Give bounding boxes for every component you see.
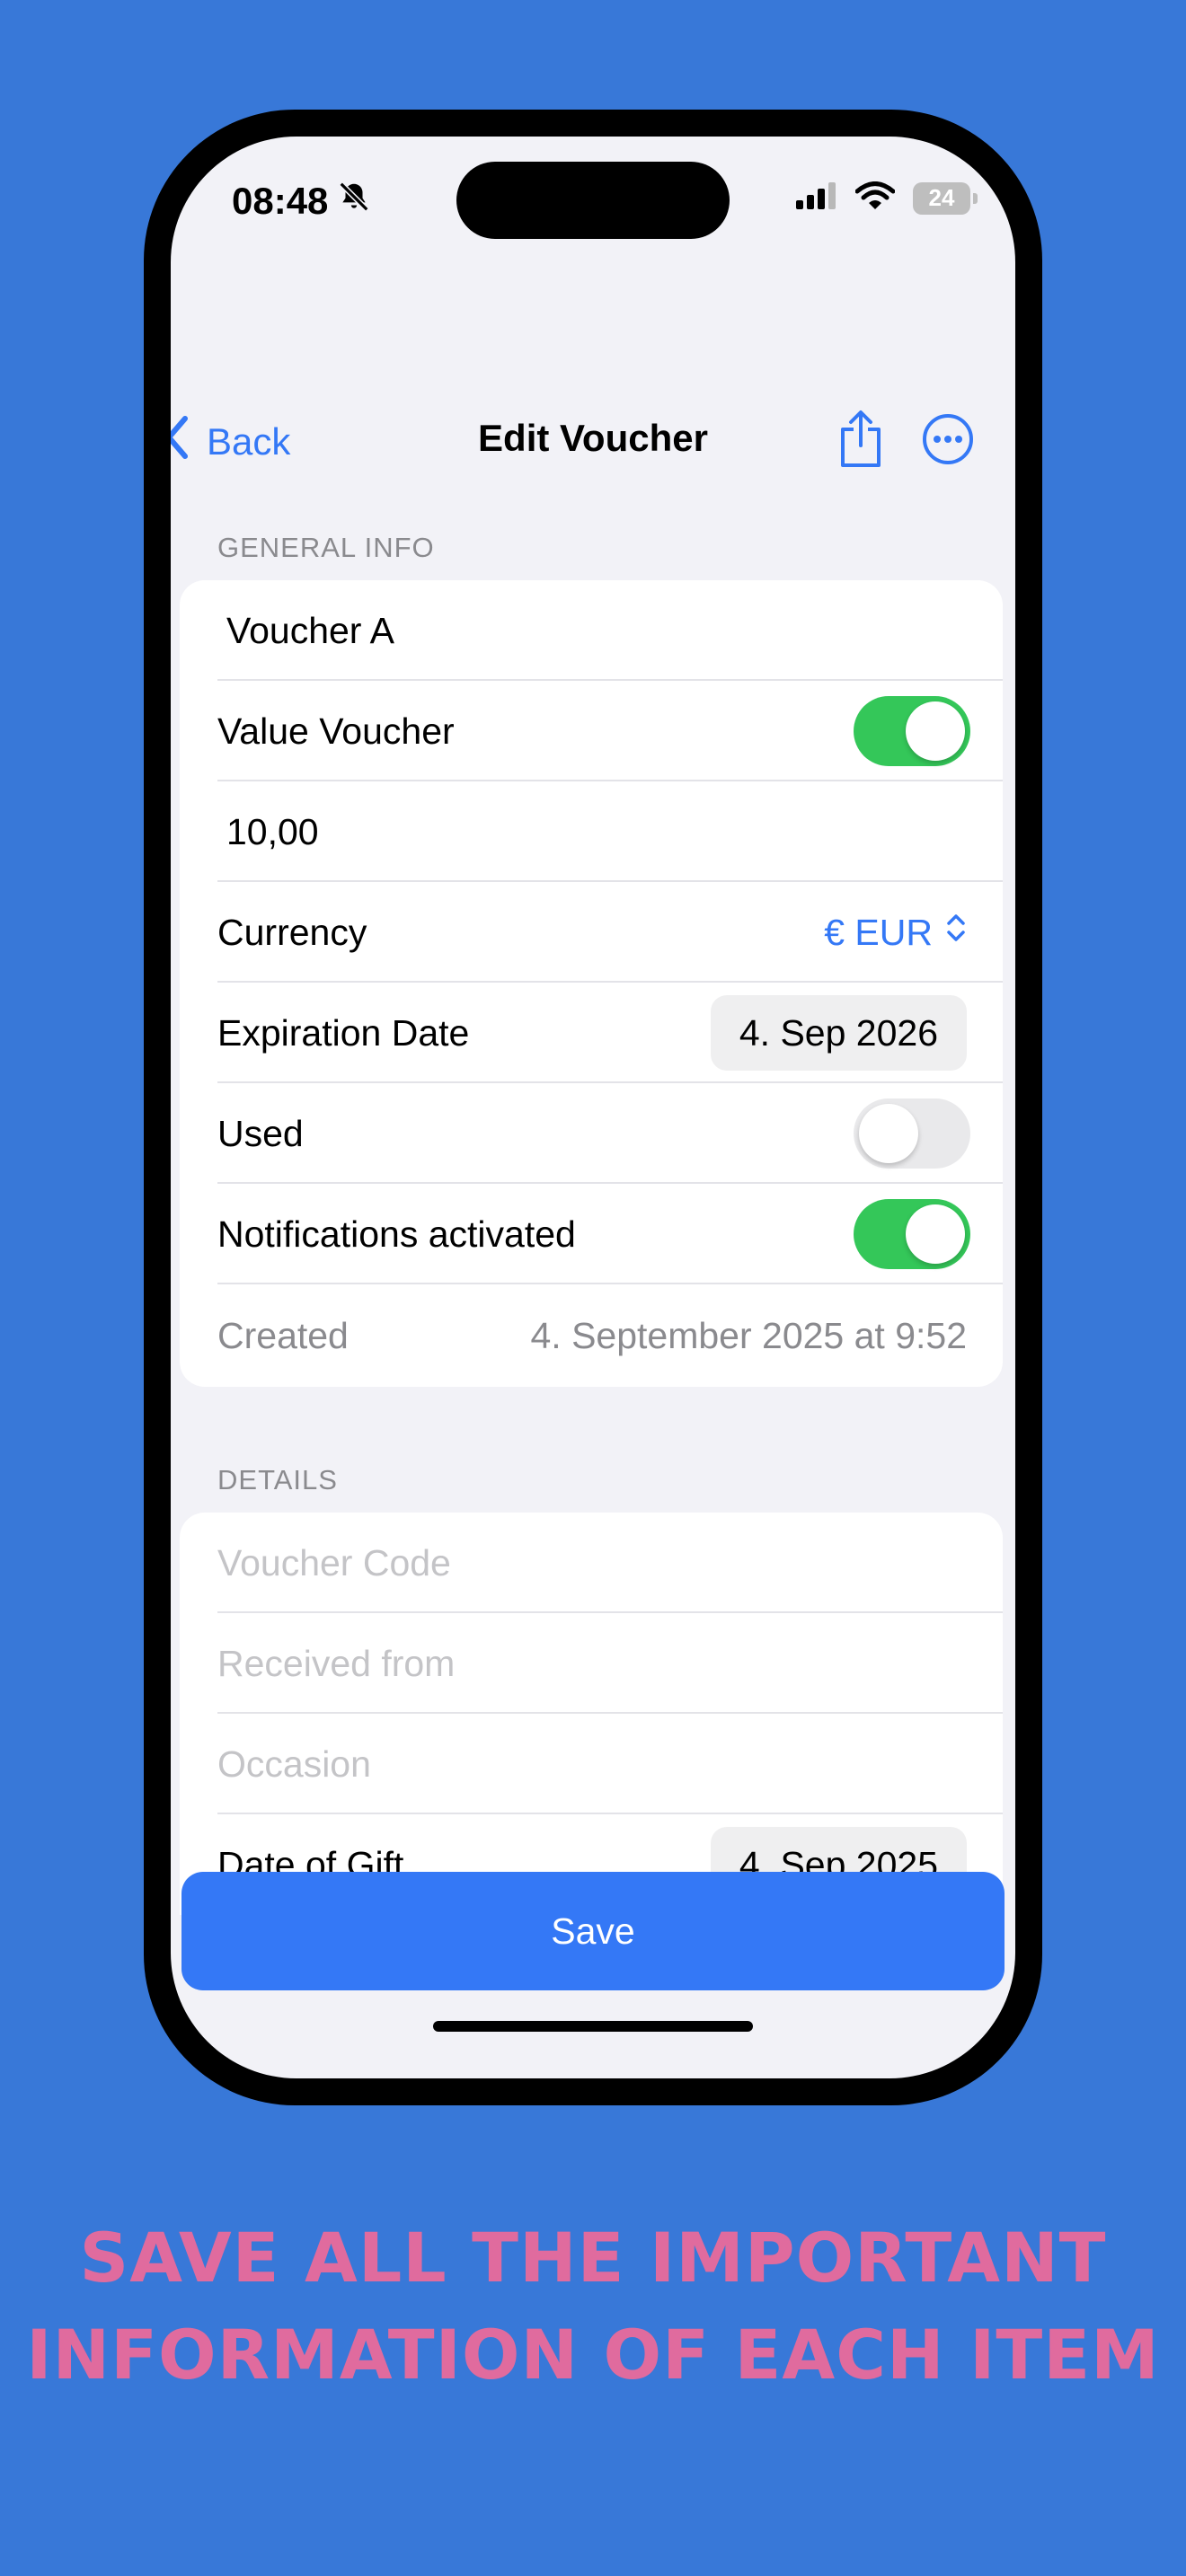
notifications-toggle[interactable] <box>854 1199 970 1269</box>
details-header: DETAILS <box>217 1464 338 1495</box>
status-time: 08:48 <box>232 180 371 223</box>
back-button[interactable]: Back <box>171 415 290 469</box>
chevron-up-down-icon <box>945 911 967 954</box>
save-button[interactable]: Save <box>181 1872 1005 1990</box>
details-group: Voucher Code Received from Occasion Date… <box>180 1513 1003 1915</box>
notifications-row: Notifications activated <box>180 1184 1003 1284</box>
share-icon <box>841 410 881 467</box>
used-toggle[interactable] <box>854 1098 970 1169</box>
promo-line-2: INFORMATION OF EACH ITEM <box>26 2315 1160 2395</box>
back-label: Back <box>207 420 291 463</box>
occasion-field[interactable]: Occasion <box>180 1714 1003 1814</box>
share-button[interactable] <box>836 408 886 473</box>
expiration-date-picker[interactable]: 4. Sep 2026 <box>710 995 967 1071</box>
received-from-field[interactable]: Received from <box>180 1613 1003 1714</box>
phone-frame: 08:48 24 Back Edit Voucher GENERAL INFO … <box>144 110 1042 2105</box>
voucher-name-field[interactable]: Voucher A <box>180 580 1003 681</box>
general-info-header: GENERAL INFO <box>217 532 435 563</box>
battery-icon: 24 <box>913 181 978 215</box>
status-icons: 24 <box>796 181 978 215</box>
amount-field[interactable]: 10,00 <box>180 781 1003 882</box>
wifi-icon <box>854 181 896 215</box>
more-button[interactable] <box>922 413 974 470</box>
nav-bar: Back Edit Voucher <box>171 388 1015 496</box>
home-indicator <box>433 2021 753 2032</box>
page-title: Edit Voucher <box>478 417 708 459</box>
used-row: Used <box>180 1083 1003 1184</box>
voucher-code-field[interactable]: Voucher Code <box>180 1513 1003 1613</box>
dynamic-island <box>456 162 730 239</box>
more-icon <box>923 414 973 464</box>
created-timestamp: 4. September 2025 at 9:52 <box>530 1314 967 1356</box>
chevron-left-icon <box>171 415 190 469</box>
bell-slash-icon <box>337 180 371 223</box>
created-row: Created 4. September 2025 at 9:52 <box>217 1314 967 1356</box>
general-info-group: Voucher A Value Voucher 10,00 Currency €… <box>180 580 1003 1387</box>
app-screen: 08:48 24 Back Edit Voucher GENERAL INFO … <box>171 137 1015 2078</box>
promo-line-1: SAVE ALL THE IMPORTANT <box>79 2218 1107 2298</box>
currency-row: Currency € EUR <box>180 882 1003 983</box>
cellular-icon <box>796 182 837 214</box>
value-voucher-toggle[interactable] <box>854 696 970 766</box>
currency-picker[interactable]: € EUR <box>824 911 967 954</box>
value-voucher-row: Value Voucher <box>180 681 1003 781</box>
promo-caption: SAVE ALL THE IMPORTANT INFORMATION OF EA… <box>0 2210 1186 2404</box>
expiration-date-row: Expiration Date 4. Sep 2026 <box>180 983 1003 1083</box>
